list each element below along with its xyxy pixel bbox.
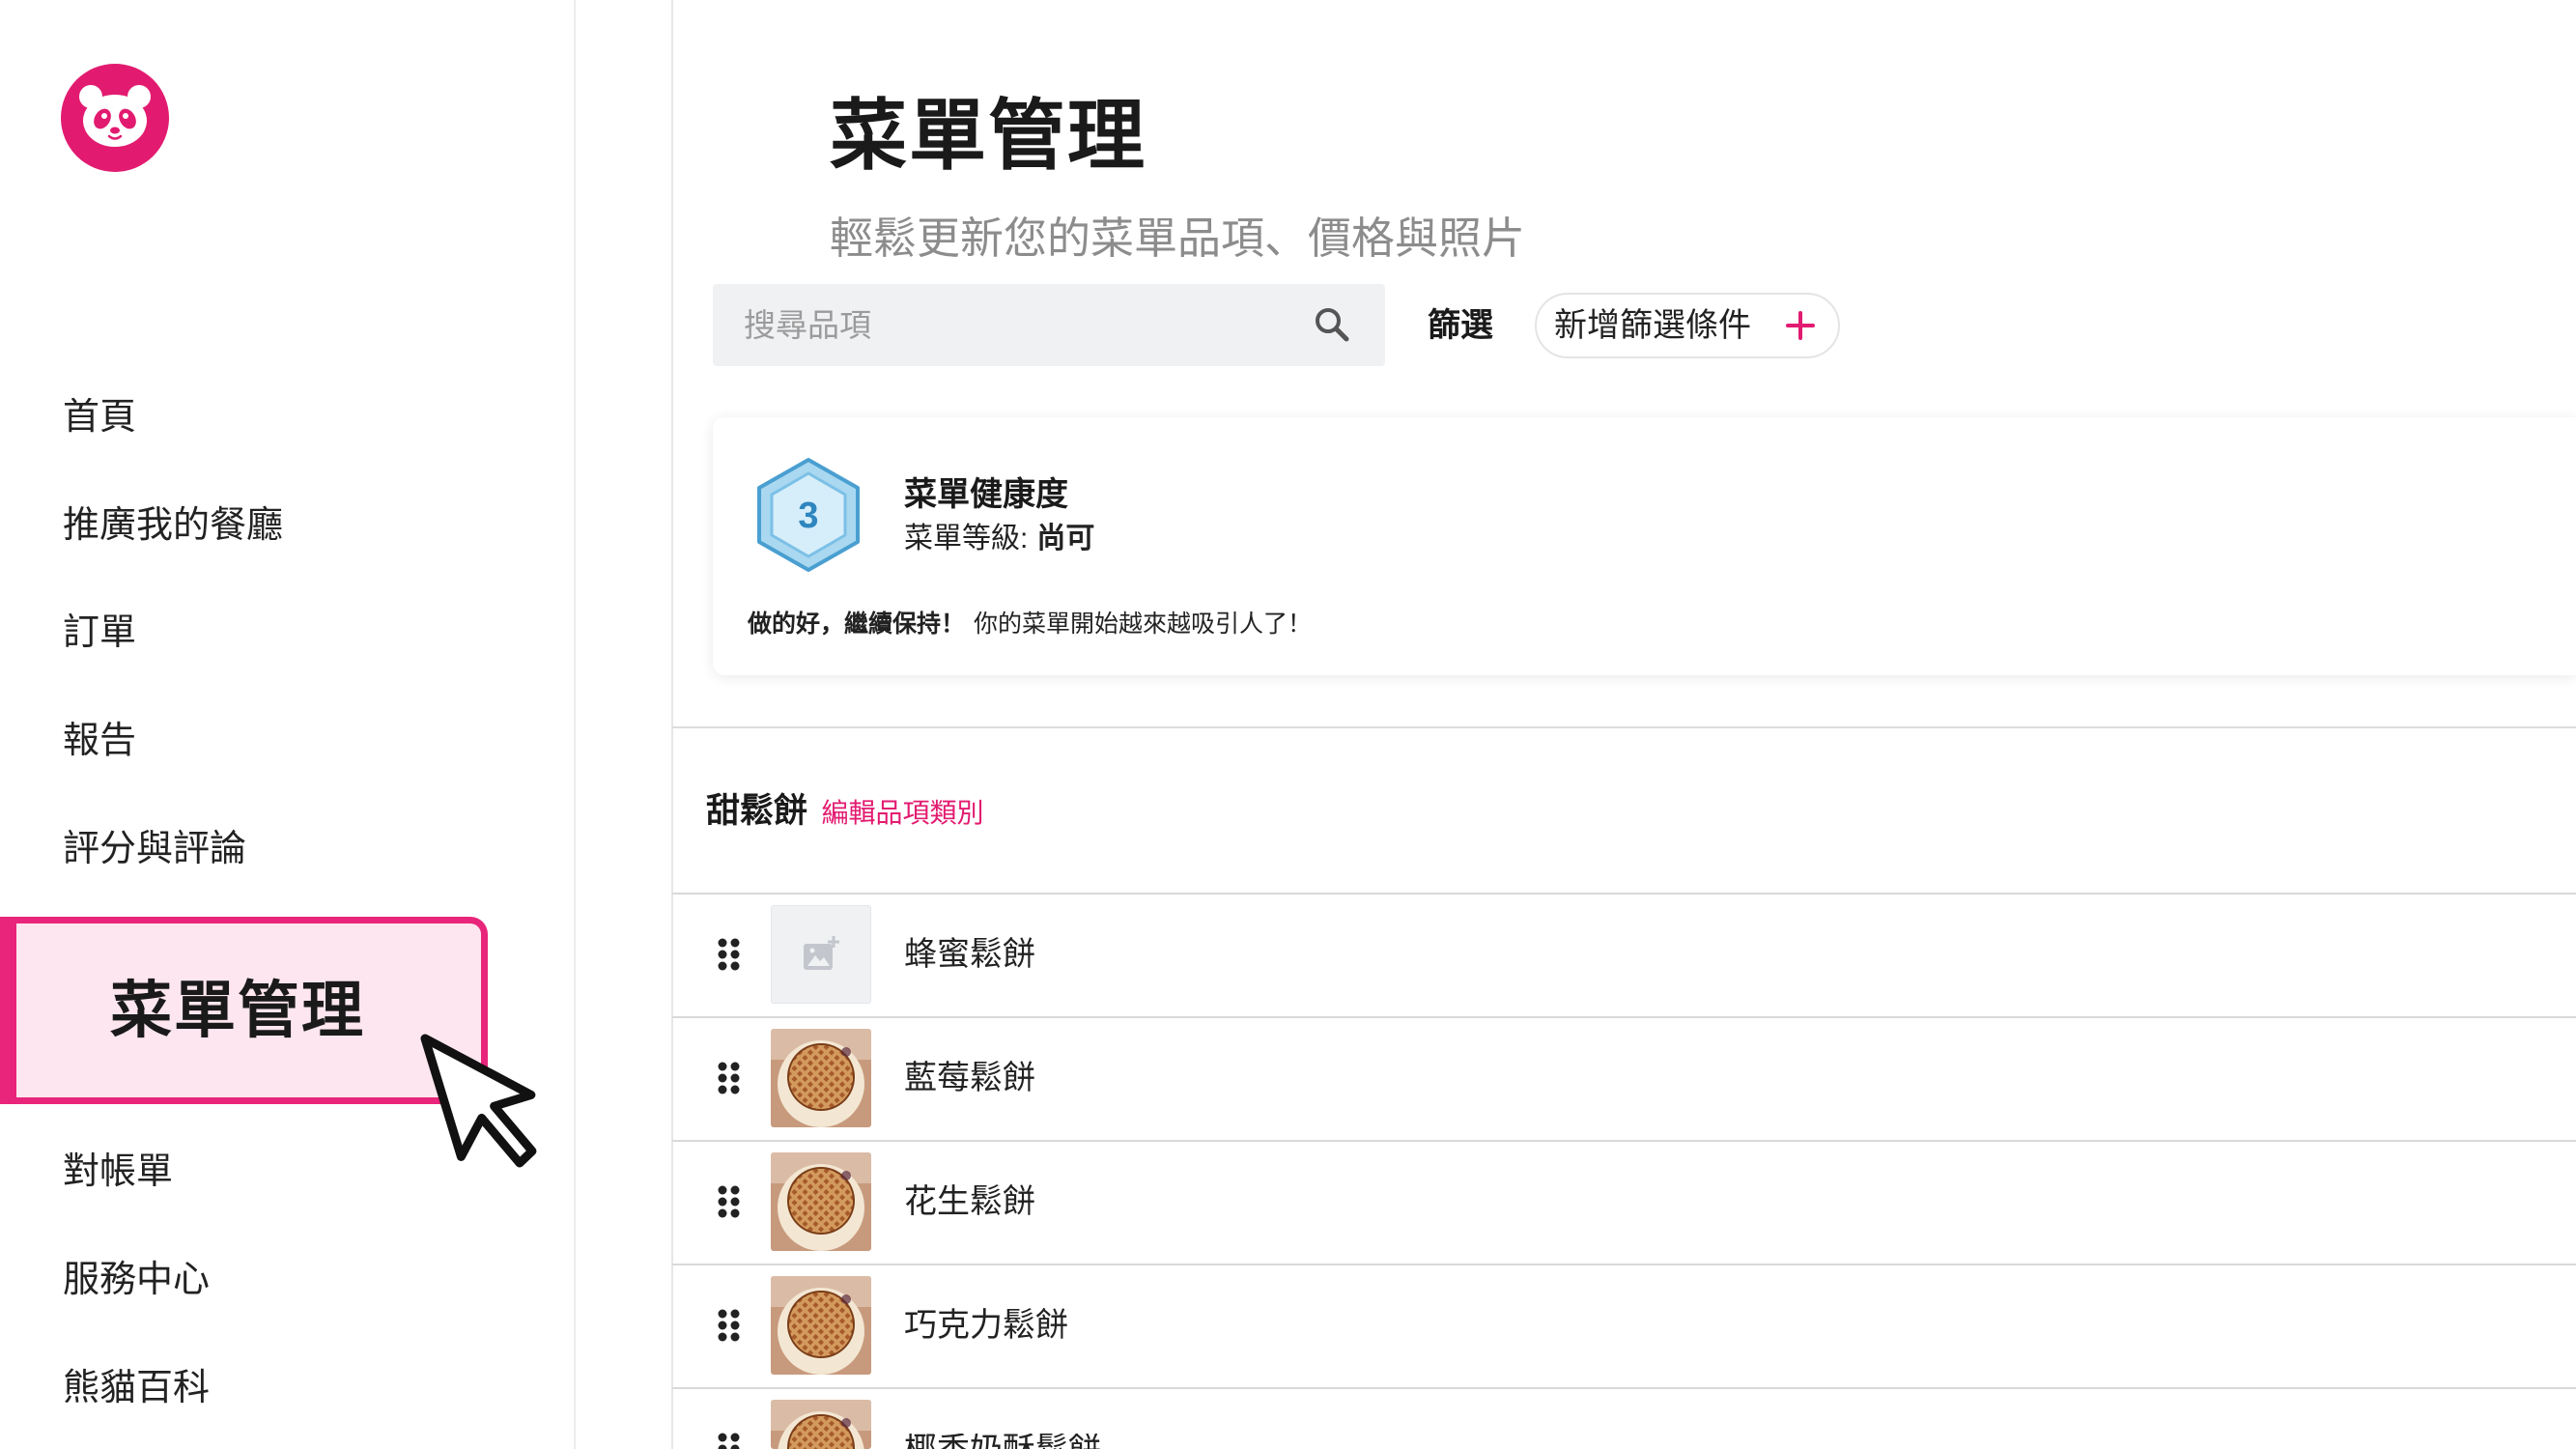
- health-message-highlight: 做的好，繼續保持！: [748, 611, 966, 638]
- health-level-value: 尚可: [1036, 523, 1095, 554]
- menu-item-photo[interactable]: [771, 1029, 871, 1127]
- plus-icon: [1786, 311, 1815, 340]
- page-title: 菜單管理: [830, 93, 1146, 179]
- sidebar-item-orders[interactable]: 訂單: [0, 604, 488, 662]
- category-name: 甜鬆餅: [706, 792, 808, 830]
- health-level-label: 菜單等級:: [904, 523, 1029, 554]
- menu-item-row[interactable]: 花生鬆餅: [672, 1140, 2576, 1264]
- sidebar: 首頁 推廣我的餐廳 訂單 報告 評分與評論 菜單管理 對帳單 服務中心 熊貓百科: [0, 0, 576, 1449]
- add-filter-label: 新增篩選條件: [1554, 307, 1751, 344]
- menu-health-card: 3 菜單健康度 菜單等級: 尚可 做的好，繼續保持！ 你的菜單開始越來越吸引人了！: [713, 417, 2576, 675]
- sidebar-item-label: 服務中心: [63, 1260, 211, 1300]
- sidebar-item-label: 評分與評論: [63, 829, 247, 869]
- filter-label: 篩選: [1428, 307, 1493, 344]
- search-box: [713, 284, 1385, 366]
- shield-badge-icon: 3: [757, 458, 860, 572]
- sidebar-item-label: 菜單管理: [110, 976, 365, 1045]
- drag-handle-icon[interactable]: [718, 938, 740, 971]
- menu-item-name: 巧克力鬆餅: [904, 1307, 1068, 1344]
- health-level: 菜單等級: 尚可: [904, 520, 1094, 558]
- menu-item-row[interactable]: 巧克力鬆餅: [672, 1264, 2576, 1387]
- add-filter-button[interactable]: 新增篩選條件: [1535, 293, 1840, 358]
- drag-handle-icon[interactable]: [718, 1309, 740, 1342]
- sidebar-item-home[interactable]: 首頁: [0, 388, 488, 446]
- drag-handle-icon[interactable]: [718, 1062, 740, 1094]
- photo-upload-placeholder[interactable]: [771, 905, 871, 1004]
- menu-item-name: 椰香奶酥鬆餅: [904, 1434, 1290, 1449]
- drag-handle-icon[interactable]: [718, 1185, 740, 1218]
- sidebar-item-label: 推廣我的餐廳: [63, 505, 284, 546]
- sidebar-item-label: 熊貓百科: [63, 1368, 211, 1408]
- search-icon[interactable]: [1313, 305, 1351, 344]
- edit-category-link[interactable]: 編輯品項類別: [821, 798, 983, 828]
- section-divider: [672, 726, 2576, 728]
- app-window: 首頁 推廣我的餐廳 訂單 報告 評分與評論 菜單管理 對帳單 服務中心 熊貓百科: [0, 0, 2576, 1449]
- sidebar-item-ratings-reviews[interactable]: 評分與評論: [0, 820, 488, 878]
- sidebar-item-panda-wiki[interactable]: 熊貓百科: [0, 1359, 488, 1417]
- menu-item-photo[interactable]: [771, 1152, 871, 1251]
- search-input[interactable]: [744, 284, 1294, 366]
- sidebar-item-help-center[interactable]: 服務中心: [0, 1251, 488, 1309]
- menu-item-row[interactable]: 蜂蜜鬆餅: [672, 893, 2576, 1016]
- drag-handle-icon[interactable]: [718, 1433, 740, 1449]
- menu-item-name: 蜂蜜鬆餅: [904, 936, 1035, 973]
- menu-item-row[interactable]: 椰香奶酥鬆餅: [672, 1387, 2576, 1449]
- health-message: 做的好，繼續保持！ 你的菜單開始越來越吸引人了！: [748, 608, 1312, 640]
- sidebar-item-label: 訂單: [63, 612, 137, 653]
- sidebar-item-label: 報告: [63, 721, 137, 761]
- menu-item-name: 花生鬆餅: [904, 1183, 1035, 1220]
- menu-item-photo[interactable]: [771, 1400, 871, 1449]
- health-message-text: 你的菜單開始越來越吸引人了！: [974, 611, 1313, 638]
- menu-item-name: 藍莓鬆餅: [904, 1060, 1035, 1096]
- add-photo-icon: [804, 936, 839, 970]
- panda-logo-icon[interactable]: [61, 64, 169, 172]
- sidebar-item-label: 對帳單: [63, 1151, 174, 1192]
- health-score: 3: [798, 496, 818, 536]
- menu-item-name-clip: 椰香奶酥鬆餅: [904, 1434, 1290, 1449]
- menu-item-row[interactable]: 藍莓鬆餅: [672, 1016, 2576, 1140]
- health-title: 菜單健康度: [904, 476, 1068, 513]
- category-header: 甜鬆餅 編輯品項類別: [706, 787, 983, 836]
- menu-item-photo[interactable]: [771, 1276, 871, 1375]
- sidebar-item-promote-restaurant[interactable]: 推廣我的餐廳: [0, 497, 488, 554]
- mouse-cursor-icon: [420, 1034, 537, 1168]
- sidebar-item-label: 首頁: [63, 397, 137, 438]
- page-subtitle: 輕鬆更新您的菜單品項、價格與照片: [830, 213, 1526, 263]
- sidebar-item-reports[interactable]: 報告: [0, 712, 488, 770]
